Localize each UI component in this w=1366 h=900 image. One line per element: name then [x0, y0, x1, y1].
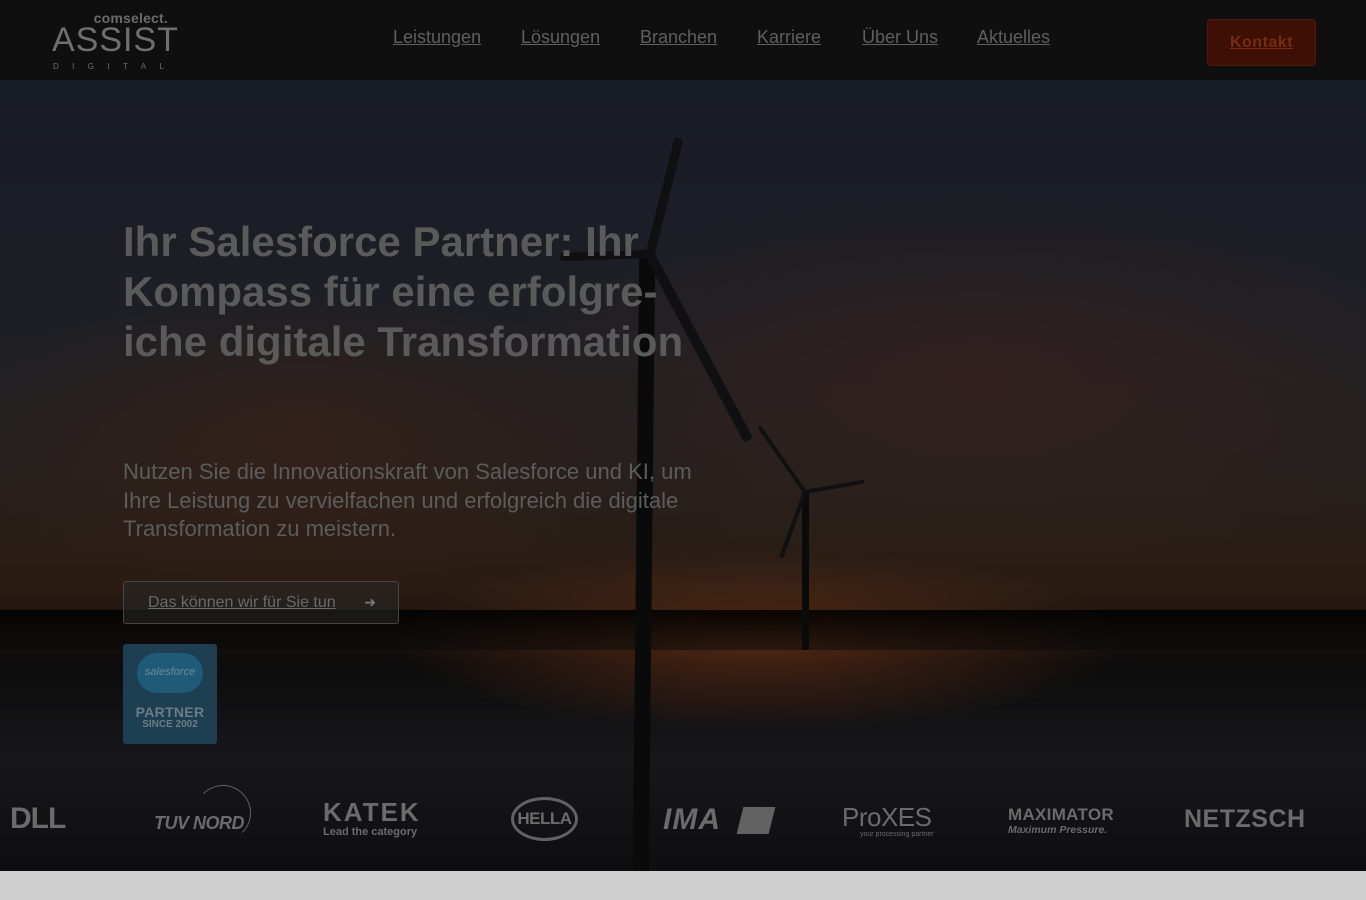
nav-item-branchen[interactable]: Branchen: [640, 27, 717, 48]
contact-button[interactable]: Kontakt: [1207, 19, 1316, 66]
client-logo-proxes: ProXES your processing partner: [842, 804, 934, 848]
maximator-name: MAXIMATOR: [1008, 805, 1114, 824]
page-bottom-strip: [0, 871, 1366, 900]
nav-item-karriere[interactable]: Karriere: [757, 27, 821, 48]
ima-mark-icon: [736, 807, 776, 834]
client-logo-ima: IMA: [663, 803, 721, 836]
main-navigation: Leistungen Lösungen Branchen Karriere Üb…: [0, 27, 1366, 49]
nav-item-leistungen[interactable]: Leistungen: [393, 27, 481, 48]
client-logo-netzsch: NETZSCH: [1184, 805, 1306, 833]
arrow-right-icon: ➜: [364, 594, 376, 610]
nav-item-loesungen[interactable]: Lösungen: [521, 27, 600, 48]
hero-section: Ihr Salesforce Partner: Ihr Kompass für …: [0, 80, 1366, 871]
services-cta-button[interactable]: Das können wir für Sie tun ➜: [123, 581, 399, 624]
hella-name: HELLA: [517, 809, 572, 828]
badge-since-text: SINCE 2002: [142, 719, 198, 730]
site-header: comselect. ASSIST DIGITAL Leistungen Lös…: [0, 0, 1366, 80]
nav-item-ueber-uns[interactable]: Über Uns: [862, 27, 938, 48]
nav-item-aktuelles[interactable]: Aktuelles: [977, 27, 1050, 48]
maximator-tagline: Maximum Pressure.: [1008, 824, 1108, 836]
katek-name: KATEK: [323, 797, 421, 827]
client-logo-maximator: MAXIMATOR Maximum Pressure.: [1008, 806, 1114, 850]
badge-partner-text: PARTNER: [135, 704, 205, 720]
client-logo-tuv-nord: TUV NORD: [154, 813, 245, 833]
logo-sub-text: DIGITAL: [53, 62, 178, 71]
badge-brand: salesforce: [144, 666, 196, 678]
cta-label: Das können wir für Sie tun: [148, 593, 336, 611]
hero-subtitle: Nutzen Sie die Innovationskraft von Sale…: [123, 459, 692, 541]
salesforce-partner-badge: salesforce PARTNER SINCE 2002: [123, 644, 217, 744]
client-logo-hella: HELLA: [511, 797, 578, 841]
client-logo-dell: DLL: [10, 802, 66, 835]
proxes-name: ProXES: [842, 802, 932, 832]
hero-title: Ihr Salesforce Partner: Ihr Kompass für …: [123, 218, 684, 365]
katek-tagline: Lead the category: [323, 826, 418, 838]
salesforce-cloud-icon: salesforce: [137, 653, 203, 693]
client-logo-katek: KATEK Lead the category: [323, 799, 421, 843]
